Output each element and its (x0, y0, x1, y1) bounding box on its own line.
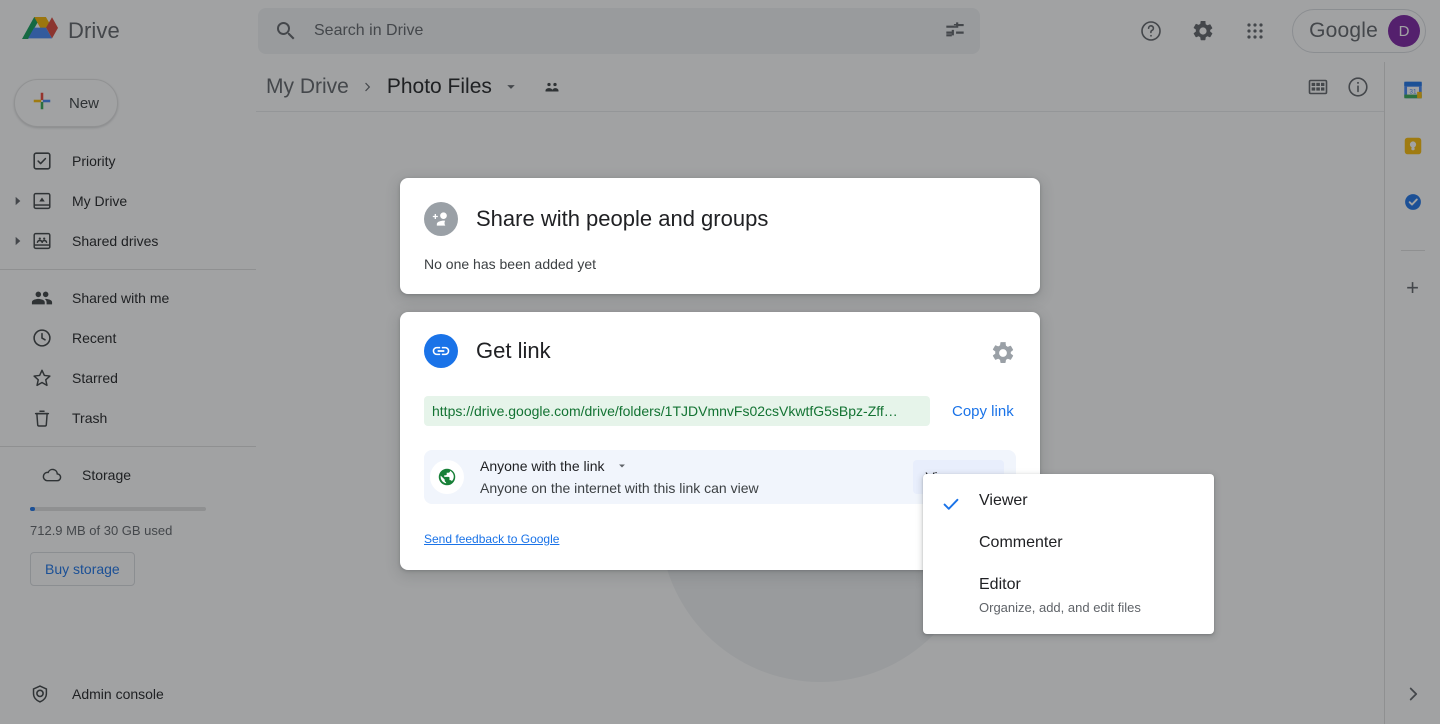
share-link-row: https://drive.google.com/drive/folders/1… (424, 396, 1016, 426)
share-link-url: https://drive.google.com/drive/folders/1… (432, 403, 898, 419)
copy-link-button[interactable]: Copy link (952, 403, 1014, 420)
share-dialog-title: Share with people and groups (476, 206, 769, 231)
link-settings-gear-icon[interactable] (990, 340, 1016, 366)
role-option-text: Viewer (979, 491, 1028, 511)
share-people-card: Share with people and groups No one has … (400, 178, 1040, 294)
role-option-text: Editor Organize, add, and edit files (979, 575, 1141, 615)
send-feedback-link[interactable]: Send feedback to Google (424, 532, 559, 546)
role-option-editor[interactable]: Editor Organize, add, and edit files (923, 566, 1214, 624)
share-empty-text: No one has been added yet (424, 256, 597, 272)
role-option-label: Commenter (979, 534, 1063, 551)
role-option-label: Viewer (979, 492, 1028, 509)
get-link-header: Get link (424, 334, 1016, 368)
link-access-texts: Anyone with the link Anyone on the inter… (480, 458, 759, 496)
chevron-down-icon (615, 459, 629, 473)
get-link-title: Get link (476, 338, 551, 363)
role-dropdown-menu: Viewer Commenter Editor Organize, add, a… (923, 474, 1214, 634)
role-option-commenter[interactable]: Commenter (923, 524, 1214, 566)
globe-icon (430, 460, 464, 494)
check-icon (923, 575, 979, 599)
share-link-pill[interactable]: https://drive.google.com/drive/folders/1… (424, 396, 930, 426)
drive-app-window: Drive Search in Drive Google D New Prior… (0, 0, 1440, 724)
link-audience-selector[interactable]: Anyone with the link (480, 458, 759, 474)
person-add-icon (424, 202, 458, 236)
check-icon (923, 533, 979, 557)
link-icon (424, 334, 458, 368)
role-option-description: Organize, add, and edit files (979, 600, 1141, 615)
check-icon (923, 491, 979, 515)
role-option-text: Commenter (979, 533, 1063, 553)
link-access-description: Anyone on the internet with this link ca… (480, 480, 759, 496)
link-audience-label: Anyone with the link (480, 458, 605, 474)
share-people-header: Share with people and groups (424, 202, 1016, 236)
role-option-label: Editor (979, 576, 1021, 593)
role-option-viewer[interactable]: Viewer (923, 482, 1214, 524)
